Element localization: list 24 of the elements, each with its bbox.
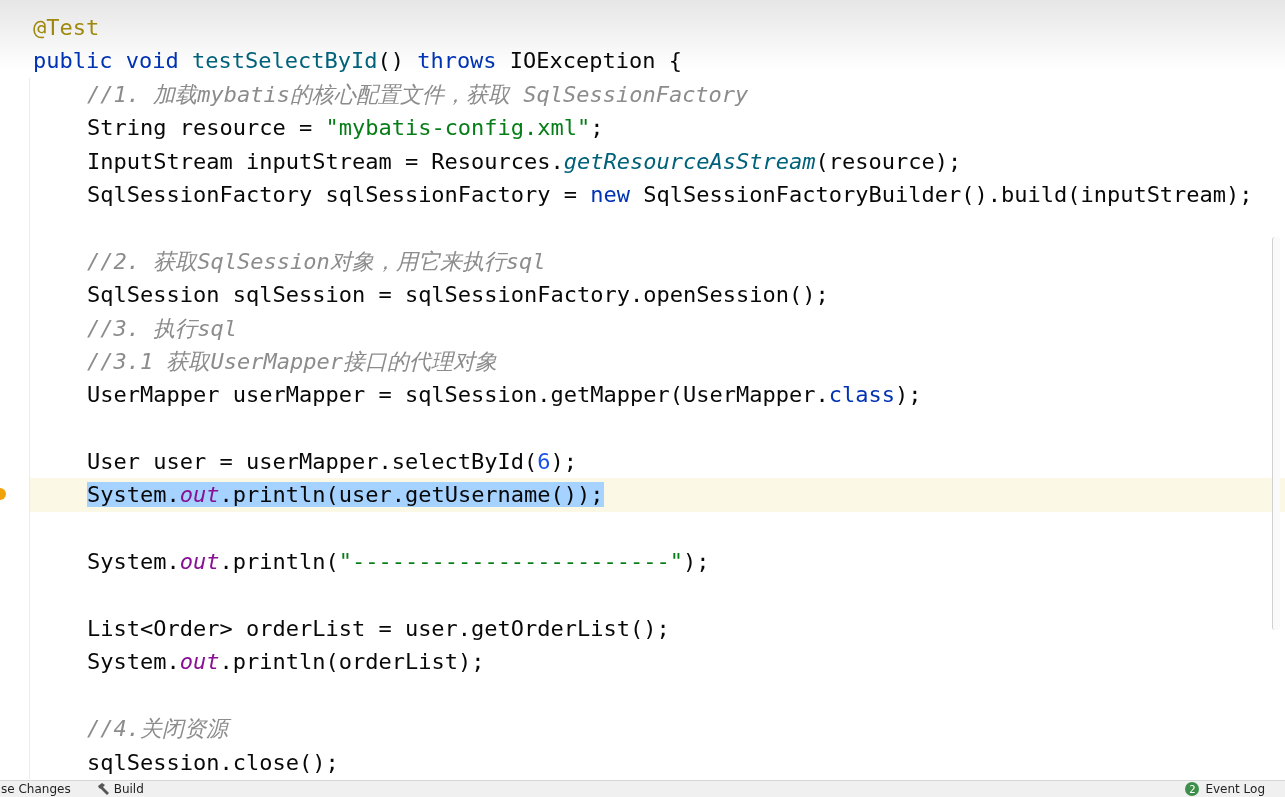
- code-line: sqlSession.close();: [86, 748, 340, 777]
- code-line: System.out.println("------------------------");: [86, 548, 711, 577]
- code-line: //3. 执行sql: [86, 314, 238, 343]
- code-line: String resource = "mybatis-config.xml";: [86, 114, 605, 143]
- code-line: //2. 获取SqlSession对象，用它来执行sql: [86, 247, 547, 276]
- code-line: UserMapper userMapper = sqlSession.getMapper(UserMapper.class);: [86, 381, 923, 410]
- code-line: System.out.println(orderList);: [86, 648, 486, 677]
- code-line: //4.关闭资源: [30, 712, 1285, 746]
- event-log-tab[interactable]: Event Log: [1205, 782, 1265, 796]
- code-line: @Test: [32, 14, 101, 42]
- code-line: //3.1 获取UserMapper接口的代理对象: [86, 347, 498, 376]
- code-line: InputStream inputStream = Resources.getResourceAsStream(resource);: [86, 147, 963, 176]
- hammer-icon: [96, 783, 110, 795]
- code-line: List<Order> orderList = user.getOrderList();: [86, 615, 671, 644]
- code-line: User user = userMapper.selectById(6);: [86, 448, 579, 477]
- notification-count: 2: [1185, 782, 1200, 796]
- code-line: public void testSelectById() throws IOException {: [32, 47, 684, 76]
- changes-tab[interactable]: se Changes: [1, 782, 71, 796]
- code-line: SqlSession sqlSession = sqlSessionFactory.openSession();: [86, 281, 830, 310]
- code-editor[interactable]: [0, 0, 1285, 780]
- build-tab[interactable]: Build: [96, 782, 144, 796]
- scrollbar[interactable]: [1272, 237, 1280, 630]
- code-line: //1. 加载mybatis的核心配置文件，获取 SqlSessionFactory: [86, 80, 750, 109]
- code-line: SqlSessionFactory sqlSessionFactory = new SqlSessionFactoryBuilder().build(inputStream);: [86, 180, 1254, 209]
